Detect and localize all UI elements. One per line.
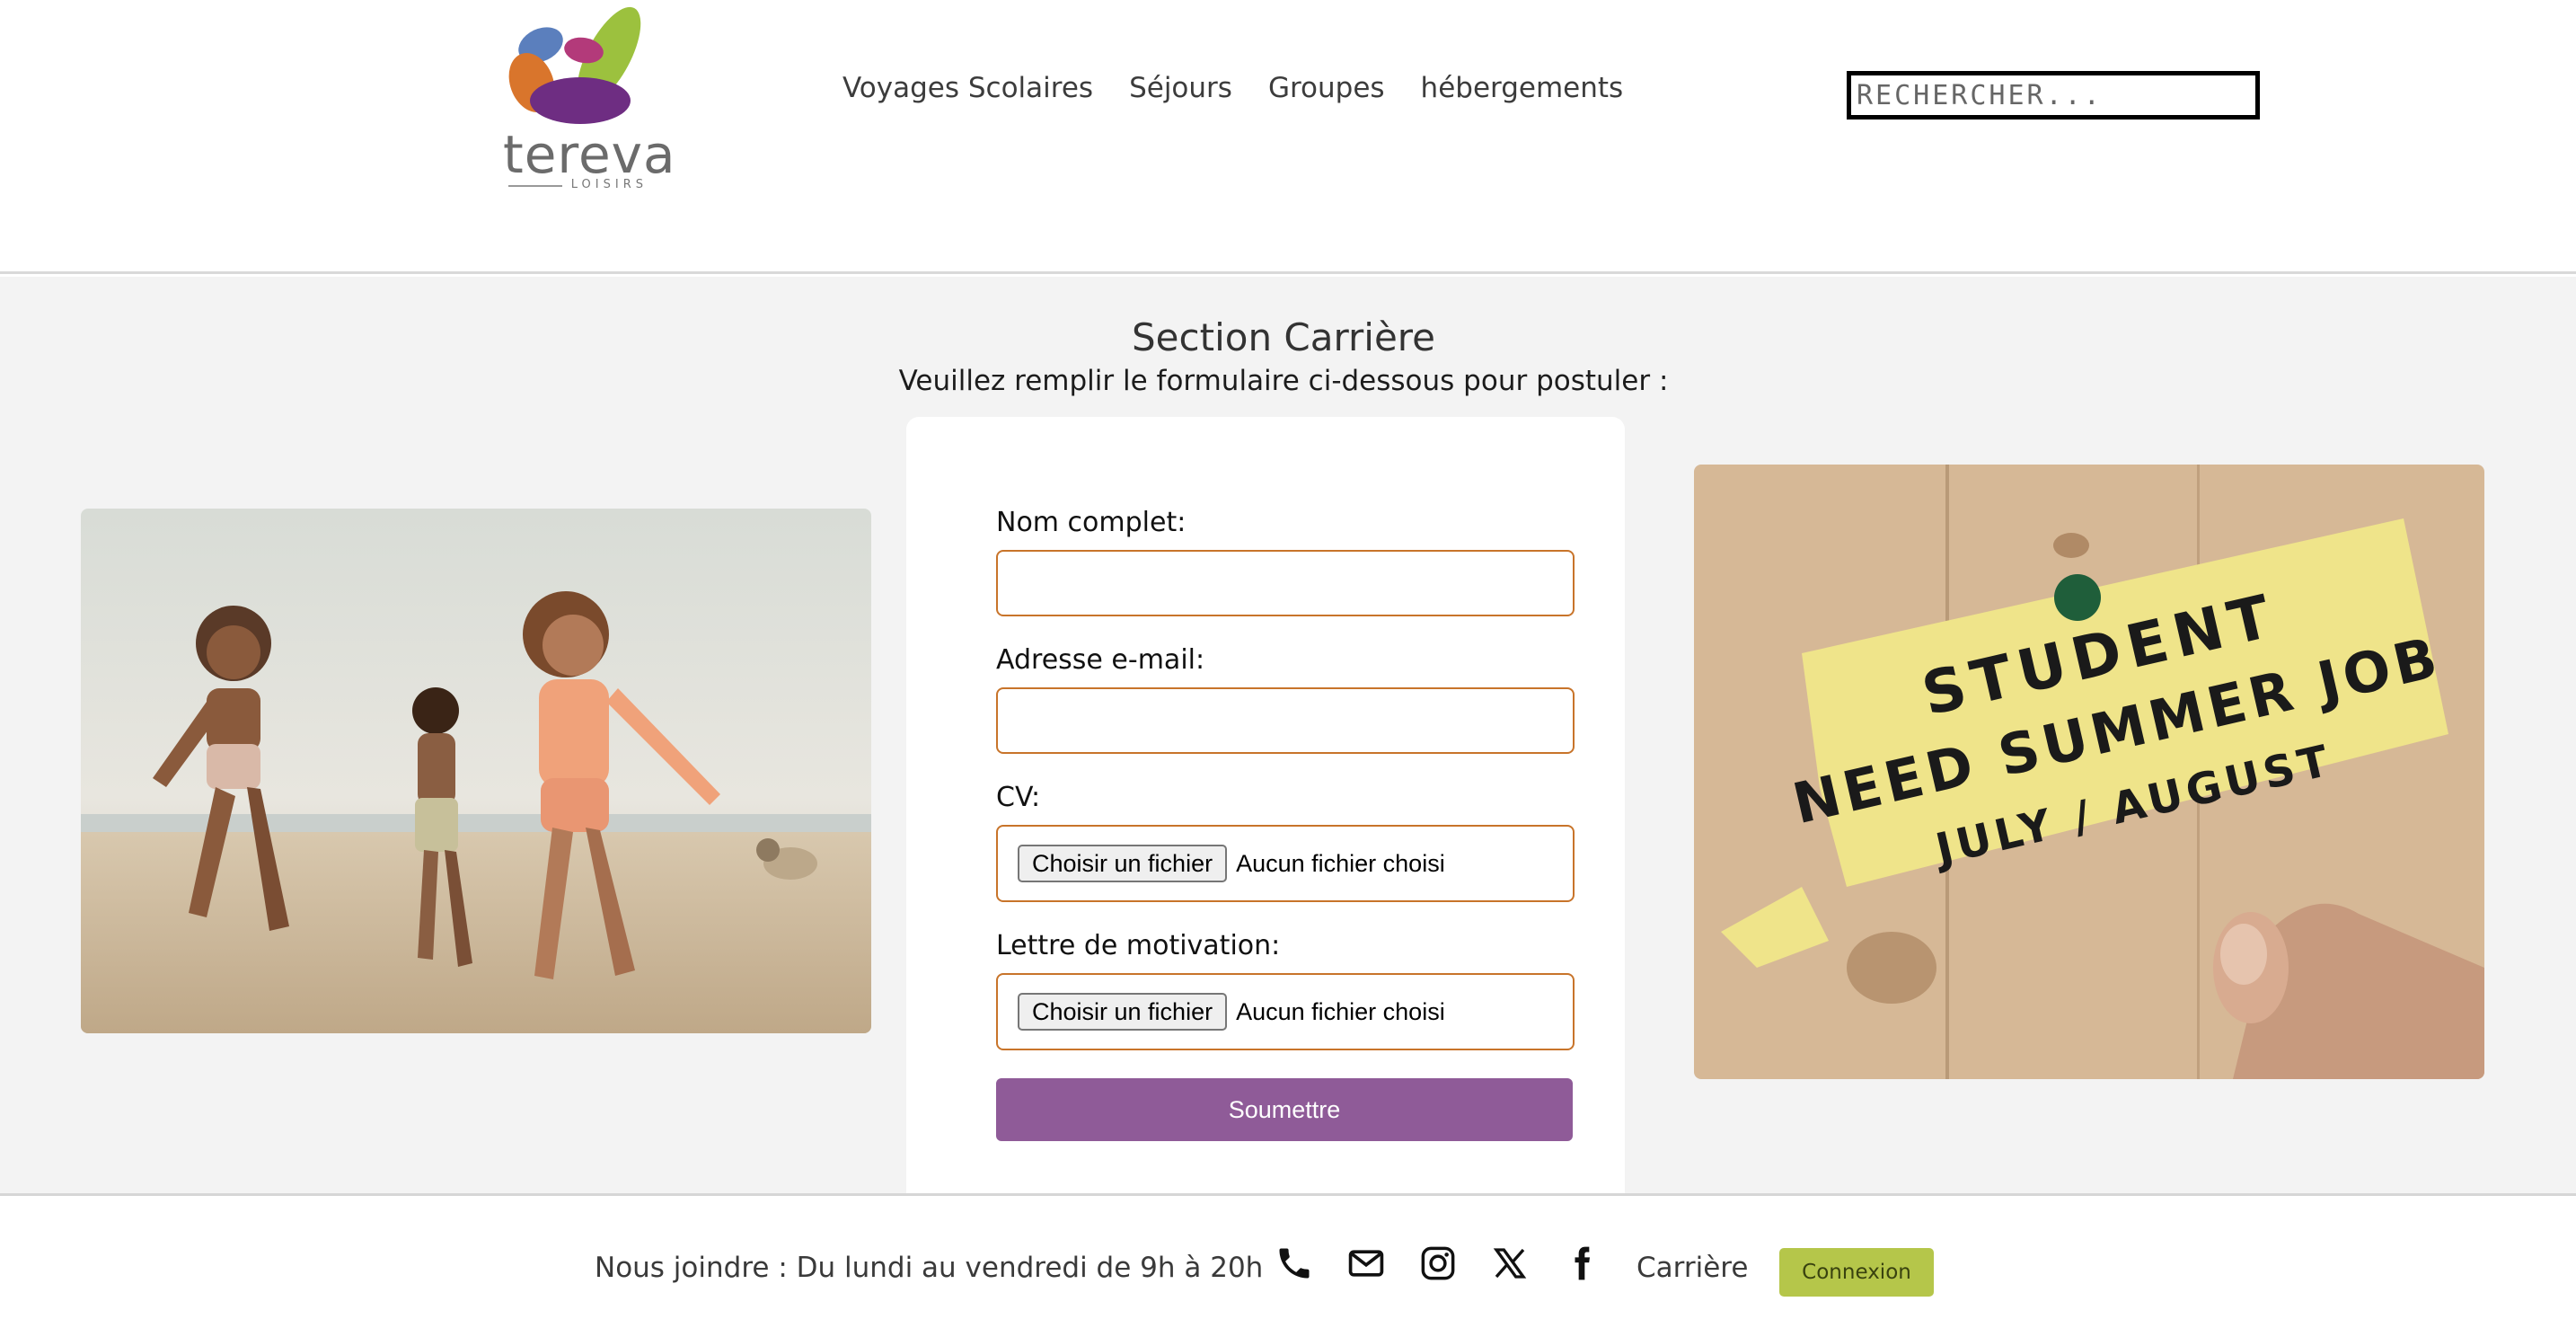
email-label: Adresse e-mail: <box>996 644 1205 676</box>
letter-choose-file-button[interactable]: Choisir un fichier <box>1018 993 1228 1031</box>
beach-kids-photo <box>81 509 871 1033</box>
logo-wordmark: tereva <box>503 124 676 185</box>
nav-sejours[interactable]: Séjours <box>1129 72 1232 104</box>
cv-choose-file-button[interactable]: Choisir un fichier <box>1018 845 1228 882</box>
summer-job-photo: STUDENT NEED SUMMER JOB JULY / AUGUST <box>1694 465 2484 1079</box>
cv-label: CV: <box>996 782 1041 813</box>
page-title: Section Carrière <box>1132 315 1435 359</box>
nav-groupes[interactable]: Groupes <box>1268 72 1385 104</box>
contact-hours: Nous joindre : Du lundi au vendredi de 9… <box>595 1252 1264 1284</box>
application-form: Nom complet: Adresse e-mail: CV: Choisir… <box>906 417 1625 1208</box>
email-input[interactable] <box>996 687 1575 754</box>
submit-button[interactable]: Soumettre <box>996 1078 1573 1141</box>
main-nav: Voyages Scolaires Séjours Groupes héberg… <box>842 72 1623 104</box>
letter-file-status: Aucun fichier choisi <box>1236 997 1445 1025</box>
instagram-icon[interactable] <box>1416 1241 1460 1286</box>
facebook-icon[interactable] <box>1559 1241 1604 1286</box>
logo-tagline: LOISIRS <box>508 178 648 191</box>
full-name-input[interactable] <box>996 550 1575 616</box>
letter-label: Lettre de motivation: <box>996 930 1281 961</box>
login-button[interactable]: Connexion <box>1779 1248 1934 1297</box>
mail-icon[interactable] <box>1344 1241 1389 1286</box>
cv-file-status: Aucun fichier choisi <box>1236 849 1445 877</box>
letter-file-input[interactable]: Choisir un fichier Aucun fichier choisi <box>996 973 1575 1050</box>
nav-hebergements[interactable]: hébergements <box>1421 72 1624 104</box>
search-input[interactable] <box>1847 71 2260 120</box>
name-label: Nom complet: <box>996 507 1187 538</box>
phone-icon[interactable] <box>1272 1241 1317 1286</box>
footer-career-link[interactable]: Carrière <box>1636 1252 1748 1284</box>
site-footer: Nous joindre : Du lundi au vendredi de 9… <box>0 1193 2576 1337</box>
nav-voyages-scolaires[interactable]: Voyages Scolaires <box>842 72 1093 104</box>
career-section: Section Carrière Veuillez remplir le for… <box>0 277 2576 1208</box>
cv-file-input[interactable]: Choisir un fichier Aucun fichier choisi <box>996 825 1575 902</box>
site-header: tereva LOISIRS Voyages Scolaires Séjours… <box>0 0 2576 274</box>
page-subtitle: Veuillez remplir le formulaire ci-dessou… <box>898 365 1669 397</box>
x-icon[interactable] <box>1487 1241 1532 1286</box>
